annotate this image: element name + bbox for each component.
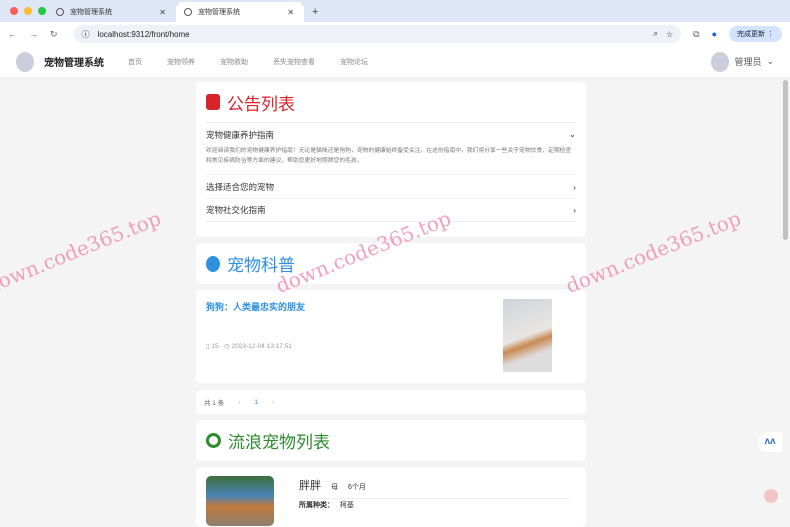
search-icon: [206, 433, 221, 448]
watermark: down.code365.top: [0, 205, 165, 299]
strays-heading: 流浪宠物列表: [228, 433, 330, 452]
page-1-button[interactable]: 1: [254, 399, 258, 406]
info-icon: ⓘ: [81, 29, 90, 39]
update-label: 完成更新: [737, 31, 766, 38]
clock-icon: ◷: [224, 343, 230, 350]
strays-header-card: 流浪宠物列表: [196, 420, 586, 461]
globe-icon: [56, 8, 64, 16]
notice-title: 宠物健康养护指南: [206, 129, 275, 140]
zoom-icon[interactable]: ⌕: [654, 29, 658, 39]
science-heading: 宠物科普: [227, 256, 295, 275]
close-icon[interactable]: ✕: [159, 8, 166, 17]
notice-card: 公告列表 宠物健康养护指南 ⌄ 欢迎阅读我们的宠物健康养护指南！无论是猫咪还是狗狗…: [196, 82, 586, 237]
scrollbar[interactable]: [783, 80, 788, 240]
user-menu[interactable]: 管理员 ⌄: [711, 51, 774, 72]
views-icon: ▯: [206, 343, 210, 350]
extensions-icon[interactable]: ⧉: [693, 29, 699, 40]
pet-image: [206, 476, 274, 526]
pet-gender: 母: [331, 484, 338, 491]
nav-forum[interactable]: 宠物论坛: [340, 57, 368, 67]
url-text: localhost:9312/front/home: [97, 29, 190, 39]
breed-label: 所属种类：: [299, 502, 334, 509]
science-header-card: 宠物科普: [196, 243, 586, 284]
pagination: 共 1 条 ‹ 1 ›: [196, 390, 586, 414]
next-page-button[interactable]: ›: [272, 399, 274, 406]
prev-page-button[interactable]: ‹: [238, 399, 240, 406]
notice-icon: [206, 94, 220, 110]
chevron-right-icon: ›: [573, 205, 576, 215]
chevron-down-icon: ⌄: [766, 56, 774, 66]
article-image: [503, 299, 552, 372]
nav-adoption[interactable]: 宠物领养: [167, 57, 195, 67]
url-input[interactable]: ⓘ localhost:9312/front/home ⌕ ☆: [73, 25, 682, 43]
article-title[interactable]: 狗狗：人类最忠实的朋友: [206, 300, 305, 313]
nav-rescue[interactable]: 宠物救助: [220, 57, 248, 67]
article-card[interactable]: 狗狗：人类最忠实的朋友 ▯ 15 ◷ 2023-12-04 13:17:51: [196, 290, 586, 383]
pet-card[interactable]: 胖胖 母 6个月 所属种类： 柯基: [196, 467, 586, 527]
tab-title: 宠物管理系统: [70, 9, 112, 16]
browser-tab-active[interactable]: 宠物管理系统 ✕: [176, 2, 304, 22]
chat-avatar-icon[interactable]: [764, 489, 778, 503]
chevron-down-icon: ⌄: [568, 129, 576, 139]
pet-breed: 柯基: [339, 502, 354, 509]
reload-icon[interactable]: ↻: [50, 29, 58, 40]
avatar: [711, 51, 730, 72]
window-controls[interactable]: [10, 7, 46, 15]
article-views: 15: [211, 343, 219, 350]
brand-title: 宠物管理系统: [44, 58, 104, 69]
chevron-right-icon: ›: [573, 181, 576, 192]
notice-title: 宠物社交化指南: [206, 205, 266, 215]
science-icon: [206, 255, 220, 272]
nav-home[interactable]: 首页: [128, 57, 142, 67]
notice-content: 欢迎阅读我们的宠物健康养护指南！无论是猫咪还是狗狗，宠物的健康始终备受关注。在这…: [206, 148, 572, 164]
watermark: down.code365.top: [562, 205, 745, 299]
notice-item[interactable]: 宠物健康养护指南 ⌄: [206, 122, 576, 146]
nav-lost-pets[interactable]: 丢失宠物查看: [273, 57, 315, 67]
app-header: 宠物管理系统 首页 宠物领养 宠物救助 丢失宠物查看 宠物论坛 管理员 ⌄: [0, 46, 790, 78]
notice-heading: 公告列表: [227, 94, 295, 114]
article-meta: ▯ 15 ◷ 2023-12-04 13:17:51: [206, 342, 292, 350]
user-name: 管理员: [734, 57, 762, 67]
assistant-icon[interactable]: ʌʌ: [758, 432, 782, 452]
notice-item[interactable]: 选择适合您的宠物 ›: [206, 174, 576, 198]
globe-icon: [184, 8, 192, 16]
profile-icon[interactable]: ●: [712, 29, 717, 39]
back-icon[interactable]: ←: [8, 29, 17, 39]
new-tab-icon[interactable]: +: [312, 6, 318, 18]
forward-icon[interactable]: →: [29, 29, 38, 39]
close-icon[interactable]: ✕: [287, 8, 294, 17]
update-button[interactable]: 完成更新 ⋮: [729, 26, 782, 42]
tab-strip: 宠物管理系统 ✕ 宠物管理系统 ✕ +: [0, 0, 790, 22]
notice-item[interactable]: 宠物社交化指南 ›: [206, 198, 576, 222]
tab-title: 宠物管理系统: [198, 9, 240, 16]
article-time: 2023-12-04 13:17:51: [231, 343, 292, 350]
browser-tab[interactable]: 宠物管理系统 ✕: [48, 2, 176, 22]
star-icon[interactable]: ☆: [666, 30, 673, 39]
pet-age: 6个月: [348, 484, 366, 491]
pagination-total: 共 1 条: [204, 400, 225, 407]
logo-avatar: [16, 51, 34, 72]
notice-title: 选择适合您的宠物: [206, 181, 275, 192]
address-bar-row: ← → ↻ ⓘ localhost:9312/front/home ⌕ ☆ ⧉ ● 完成更新…: [0, 22, 790, 46]
pet-name: 胖胖: [299, 480, 321, 492]
